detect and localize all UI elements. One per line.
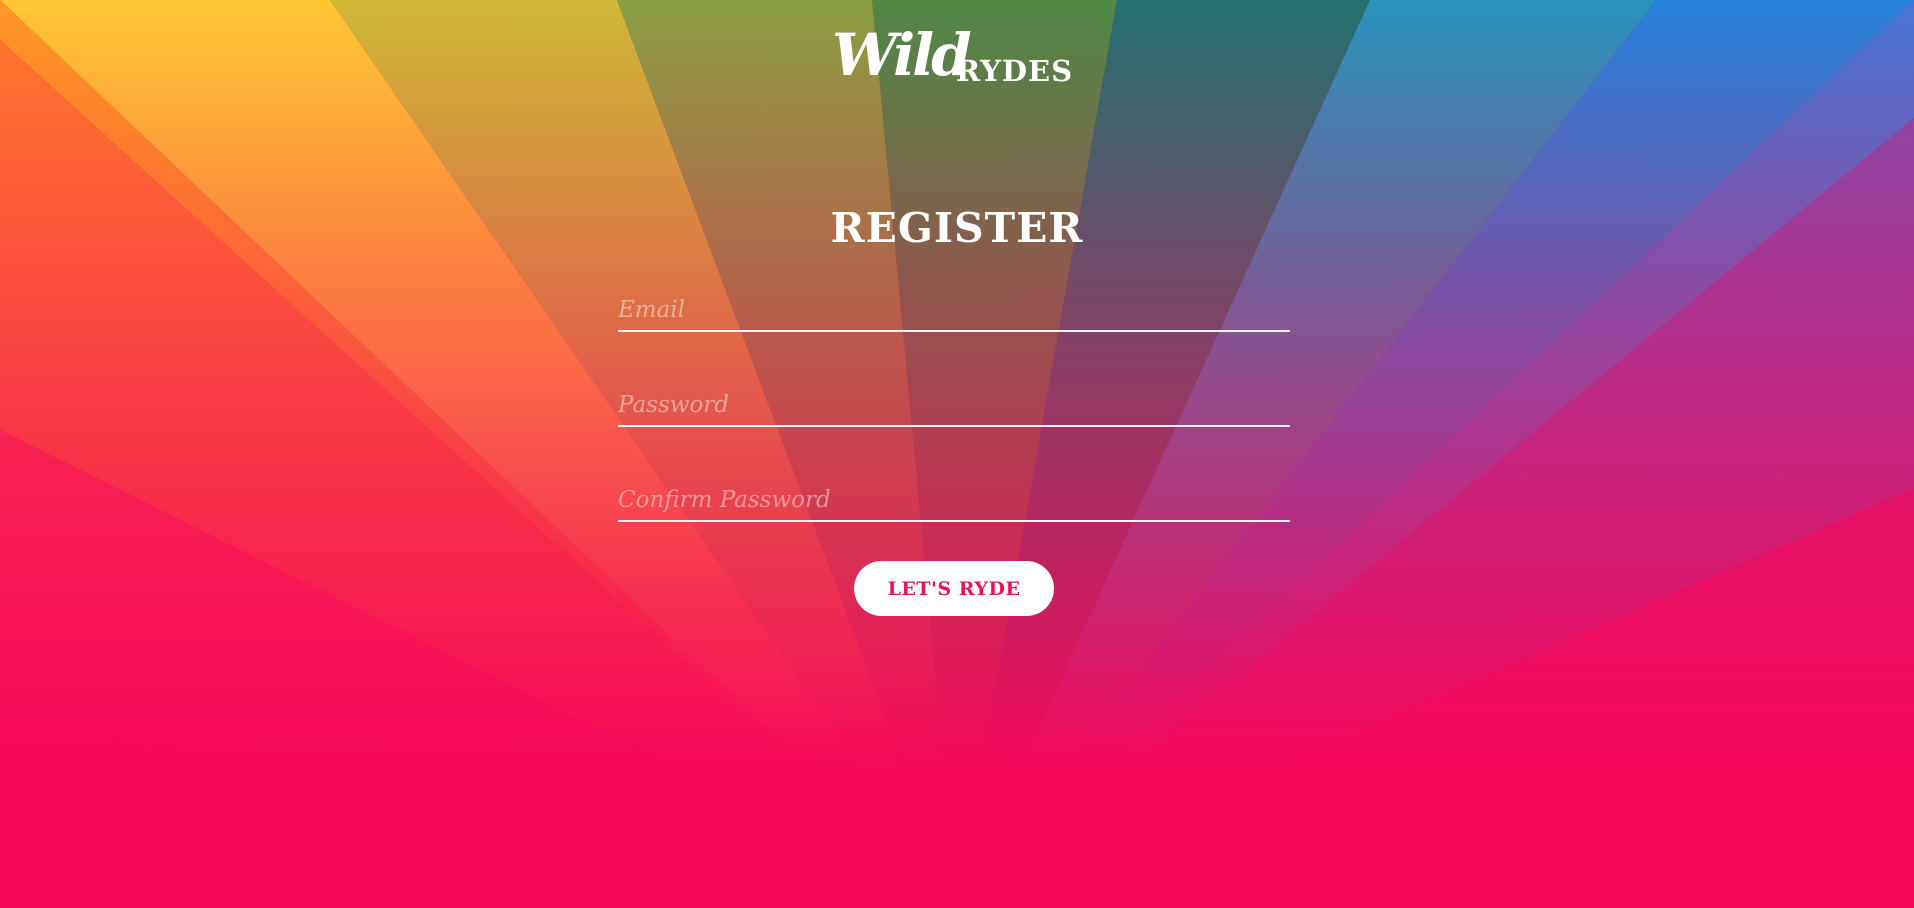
- logo-script-text: Wild: [832, 21, 972, 89]
- lets-ryde-button[interactable]: LET'S RYDE: [854, 561, 1054, 616]
- page-title: REGISTER: [830, 204, 1084, 252]
- register-form: [618, 290, 1290, 575]
- email-field[interactable]: [618, 290, 1290, 332]
- confirm-password-field[interactable]: [618, 480, 1290, 522]
- wild-rydes-logo: Wild RYDES: [832, 22, 1082, 92]
- password-field[interactable]: [618, 385, 1290, 427]
- register-page: Wild RYDES REGISTER LET'S RYDE: [0, 0, 1914, 908]
- logo-caps-text: RYDES: [956, 54, 1074, 88]
